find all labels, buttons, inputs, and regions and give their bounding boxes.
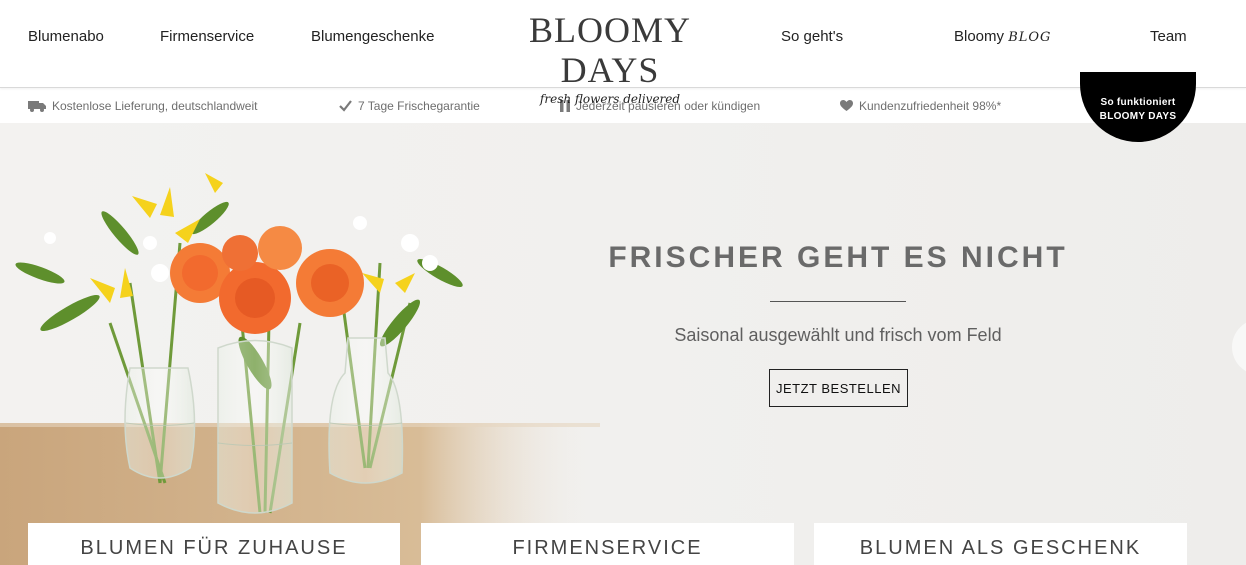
- category-card-home[interactable]: BLUMEN FÜR ZUHAUSE: [28, 523, 400, 565]
- logo-tagline: fresh flowers delivered: [539, 92, 681, 106]
- truck-icon: [28, 101, 46, 112]
- hero-divider: [770, 301, 906, 302]
- nav-blumengeschenke[interactable]: Blumengeschenke: [311, 28, 434, 45]
- badge-line-2: BLOOMY DAYS: [1099, 111, 1177, 122]
- benefit-freshness: 7 Tage Frischegarantie: [339, 99, 480, 113]
- benefit-delivery-text: Kostenlose Lieferung, deutschlandweit: [52, 99, 258, 113]
- slider-next-arrow[interactable]: [1232, 319, 1246, 375]
- flower-vases-image: [0, 173, 600, 565]
- nav-blog-prefix: Bloomy: [954, 28, 1005, 45]
- logo-title: BLOOMY DAYS: [528, 10, 691, 90]
- hero-title: FRISCHER GEHT ES NICHT: [608, 241, 1068, 274]
- hero-banner: FRISCHER GEHT ES NICHT Saisonal ausgewäh…: [0, 123, 1246, 565]
- benefit-delivery: Kostenlose Lieferung, deutschlandweit: [28, 99, 257, 113]
- nav-so-gehts[interactable]: So geht's: [781, 28, 843, 45]
- heart-icon: [840, 100, 853, 111]
- nav-blumenabo[interactable]: Blumenabo: [28, 28, 104, 45]
- category-card-gift[interactable]: BLUMEN ALS GESCHENK: [814, 523, 1187, 565]
- benefit-satisfaction-text: Kundenzufriedenheit 98%*: [859, 99, 1002, 113]
- logo[interactable]: BLOOMY DAYS fresh flowers delivered: [484, 10, 736, 106]
- category-card-business[interactable]: FIRMENSERVICE: [421, 523, 794, 565]
- benefit-satisfaction: Kundenzufriedenheit 98%*: [840, 99, 1001, 113]
- nav-team[interactable]: Team: [1150, 28, 1187, 45]
- nav-blog-mark: BLOG: [1008, 30, 1052, 45]
- nav-blog[interactable]: Bloomy BLOG: [954, 28, 1051, 45]
- page: Blumenabo Firmenservice Blumengeschenke …: [0, 0, 1246, 565]
- hero-subtitle: Saisonal ausgewählt und frisch vom Feld: [674, 325, 1002, 345]
- benefit-freshness-text: 7 Tage Frischegarantie: [358, 99, 480, 113]
- nav-firmenservice[interactable]: Firmenservice: [160, 28, 254, 45]
- site-header: Blumenabo Firmenservice Blumengeschenke …: [0, 0, 1246, 106]
- badge-line-1: So funktioniert: [1100, 97, 1176, 108]
- order-now-button[interactable]: JETZT BESTELLEN: [769, 369, 908, 407]
- checkmark-icon: [339, 100, 352, 112]
